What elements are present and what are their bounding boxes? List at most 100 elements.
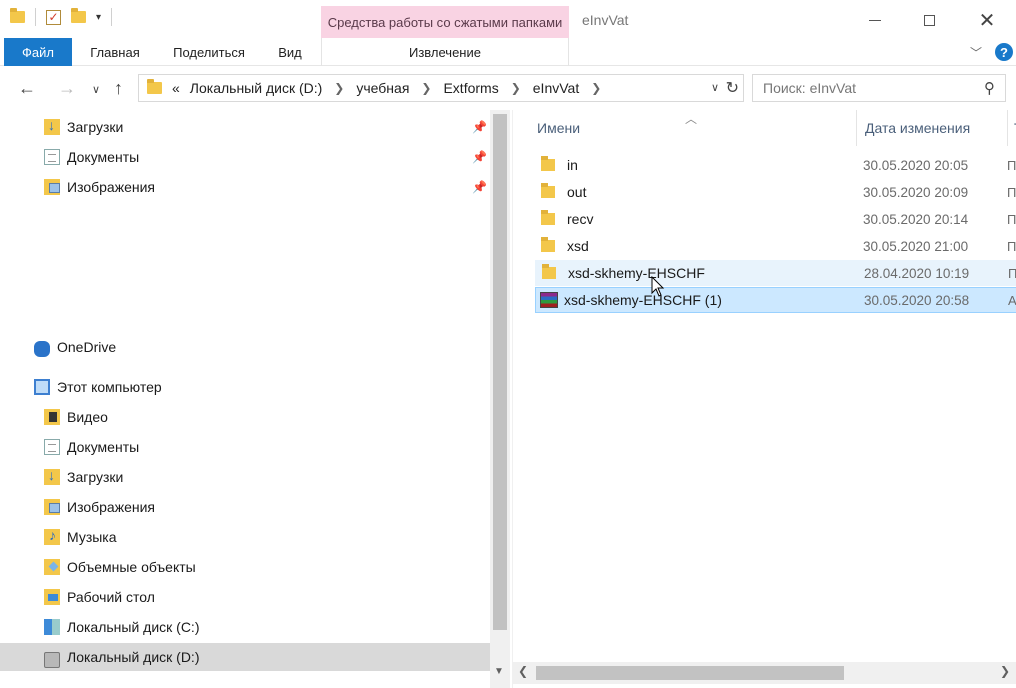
refresh-icon[interactable]: ↻ (726, 78, 739, 98)
tree-item-label: OneDrive (57, 339, 117, 355)
3d-objects-icon (44, 559, 60, 575)
maximize-button[interactable] (906, 6, 952, 34)
pictures-icon (44, 179, 60, 195)
file-row-recv[interactable]: recv 30.05.2020 20:14 П (535, 206, 1016, 232)
file-name: in (567, 157, 578, 173)
tab-extract[interactable]: Извлечение (321, 38, 569, 66)
recent-locations-icon[interactable]: ∨ (92, 83, 100, 96)
search-icon[interactable]: ⚲ (984, 79, 995, 97)
breadcrumb-chevron-icon[interactable]: ❯ (421, 81, 431, 95)
tree-item-3d-objects[interactable]: Объемные объекты (44, 553, 196, 581)
file-type: П (1007, 184, 1016, 200)
help-icon[interactable]: ? (995, 43, 1013, 61)
file-name: xsd-skhemy-EHSCHF (1) (564, 292, 722, 308)
address-history-icon[interactable]: ∨ (711, 81, 719, 94)
forward-button[interactable]: → (58, 78, 76, 99)
tab-share[interactable]: Поделиться (164, 38, 254, 66)
downloads-icon (44, 467, 60, 485)
file-type: A (1008, 292, 1016, 308)
folder-icon (10, 8, 25, 23)
downloads-icon (44, 117, 60, 135)
tree-item-label: Рабочий стол (67, 589, 155, 605)
back-button[interactable]: ← (18, 78, 36, 99)
quick-access-toolbar: ✓ ▾ (10, 8, 113, 26)
documents-icon (44, 439, 60, 455)
pin-icon[interactable]: 📌 (472, 120, 487, 134)
video-icon (44, 409, 60, 425)
breadcrumb-item-extforms[interactable]: Extforms (443, 80, 498, 96)
file-row-xsd-skhemy-ehschf-1[interactable]: xsd-skhemy-EHSCHF (1) 30.05.2020 20:58 A (535, 287, 1016, 313)
drive-d-icon (44, 652, 60, 668)
customize-qat-icon[interactable]: ▾ (96, 12, 101, 23)
tree-item-quick-documents[interactable]: Документы (44, 143, 139, 171)
pin-icon[interactable]: 📌 (472, 150, 487, 164)
breadcrumb-chevron-icon[interactable]: ❯ (511, 81, 521, 95)
expand-ribbon-icon[interactable]: ﹀ (970, 44, 982, 61)
file-date: 30.05.2020 20:58 (864, 292, 970, 308)
tree-item-music[interactable]: Музыка (44, 523, 117, 551)
tree-item-video[interactable]: Видео (44, 403, 108, 431)
breadcrumb-item-drive-d[interactable]: Локальный диск (D:) (190, 80, 323, 96)
qat-separator (35, 8, 36, 26)
address-bar[interactable]: « Локальный диск (D:) ❯ учебная ❯ Extfor… (138, 74, 744, 102)
tree-item-label: Видео (67, 409, 108, 425)
tree-item-documents[interactable]: Документы (44, 433, 139, 461)
column-header-type[interactable]: Т (1007, 110, 1016, 146)
qat-separator (111, 8, 113, 26)
file-row-out[interactable]: out 30.05.2020 20:09 П (535, 179, 1016, 205)
up-button[interactable]: ↑ (114, 78, 123, 99)
scroll-down-icon[interactable]: ▼ (494, 666, 504, 677)
folder-icon (541, 156, 555, 171)
tree-item-label: Изображения (67, 179, 155, 195)
tree-item-onedrive[interactable]: OneDrive (34, 333, 116, 361)
search-input[interactable]: Поиск: eInvVat ⚲ (752, 74, 1006, 102)
breadcrumb-chevron-icon[interactable]: ❯ (334, 81, 344, 95)
tab-home[interactable]: Главная (80, 38, 150, 66)
desktop-icon (44, 589, 60, 605)
pin-icon[interactable]: 📌 (472, 180, 487, 194)
tree-item-quick-pictures[interactable]: Изображения (44, 173, 155, 201)
search-placeholder: Поиск: eInvVat (763, 80, 857, 96)
tree-item-drive-c[interactable]: Локальный диск (C:) (44, 613, 200, 641)
properties-icon[interactable]: ✓ (46, 9, 61, 25)
breadcrumb-overflow[interactable]: « (172, 80, 180, 96)
file-row-xsd[interactable]: xsd 30.05.2020 21:00 П (535, 233, 1016, 259)
file-name: out (567, 184, 587, 200)
column-header-name[interactable]: Имени (537, 110, 857, 146)
file-name: xsd-skhemy-EHSCHF (568, 265, 705, 281)
file-row-xsd-skhemy-ehschf[interactable]: xsd-skhemy-EHSCHF 28.04.2020 10:19 П (535, 260, 1016, 286)
folder-icon (542, 264, 556, 279)
tab-view[interactable]: Вид (270, 38, 310, 66)
tree-item-drive-d[interactable]: Локальный диск (D:) (0, 643, 490, 671)
folder-icon (541, 210, 555, 225)
close-button[interactable]: ✕ (964, 6, 1010, 34)
new-folder-icon[interactable] (71, 8, 86, 23)
tree-item-downloads[interactable]: Загрузки (44, 463, 123, 491)
column-header-date[interactable]: Дата изменения (856, 110, 1006, 146)
tree-item-label: Локальный диск (D:) (67, 649, 200, 665)
tree-item-this-pc[interactable]: Этот компьютер (34, 373, 162, 401)
tree-item-pictures[interactable]: Изображения (44, 493, 155, 521)
breadcrumb-item-einvvat[interactable]: eInvVat (533, 80, 579, 96)
tree-item-label: Изображения (67, 499, 155, 515)
ribbon-tabs: Файл Главная Поделиться Вид Извлечение ﹀… (0, 38, 1016, 66)
file-row-in[interactable]: in 30.05.2020 20:05 П (535, 152, 1016, 178)
tree-item-label: Документы (67, 149, 140, 165)
tree-item-desktop[interactable]: Рабочий стол (44, 583, 155, 611)
music-icon (44, 527, 60, 545)
breadcrumb-chevron-icon[interactable]: ❯ (591, 81, 601, 95)
computer-icon (34, 379, 50, 395)
scroll-left-icon[interactable]: ❮ (518, 664, 528, 678)
scroll-right-icon[interactable]: ❯ (1000, 664, 1010, 678)
rar-archive-icon (540, 292, 558, 308)
navigation-pane: Загрузки 📌 Документы 📌 Изображения 📌 One… (0, 110, 510, 688)
tree-item-quick-downloads[interactable]: Загрузки (44, 113, 123, 141)
window-title: eInvVat (582, 12, 629, 28)
minimize-button[interactable] (852, 6, 898, 34)
tab-file[interactable]: Файл (4, 38, 72, 66)
navigation-scrollbar-thumb[interactable] (493, 114, 507, 630)
horizontal-scrollbar-thumb[interactable] (536, 666, 844, 680)
close-icon: ✕ (978, 9, 996, 32)
breadcrumb-item-uchebnaya[interactable]: учебная (356, 80, 409, 96)
file-name: recv (567, 211, 594, 227)
